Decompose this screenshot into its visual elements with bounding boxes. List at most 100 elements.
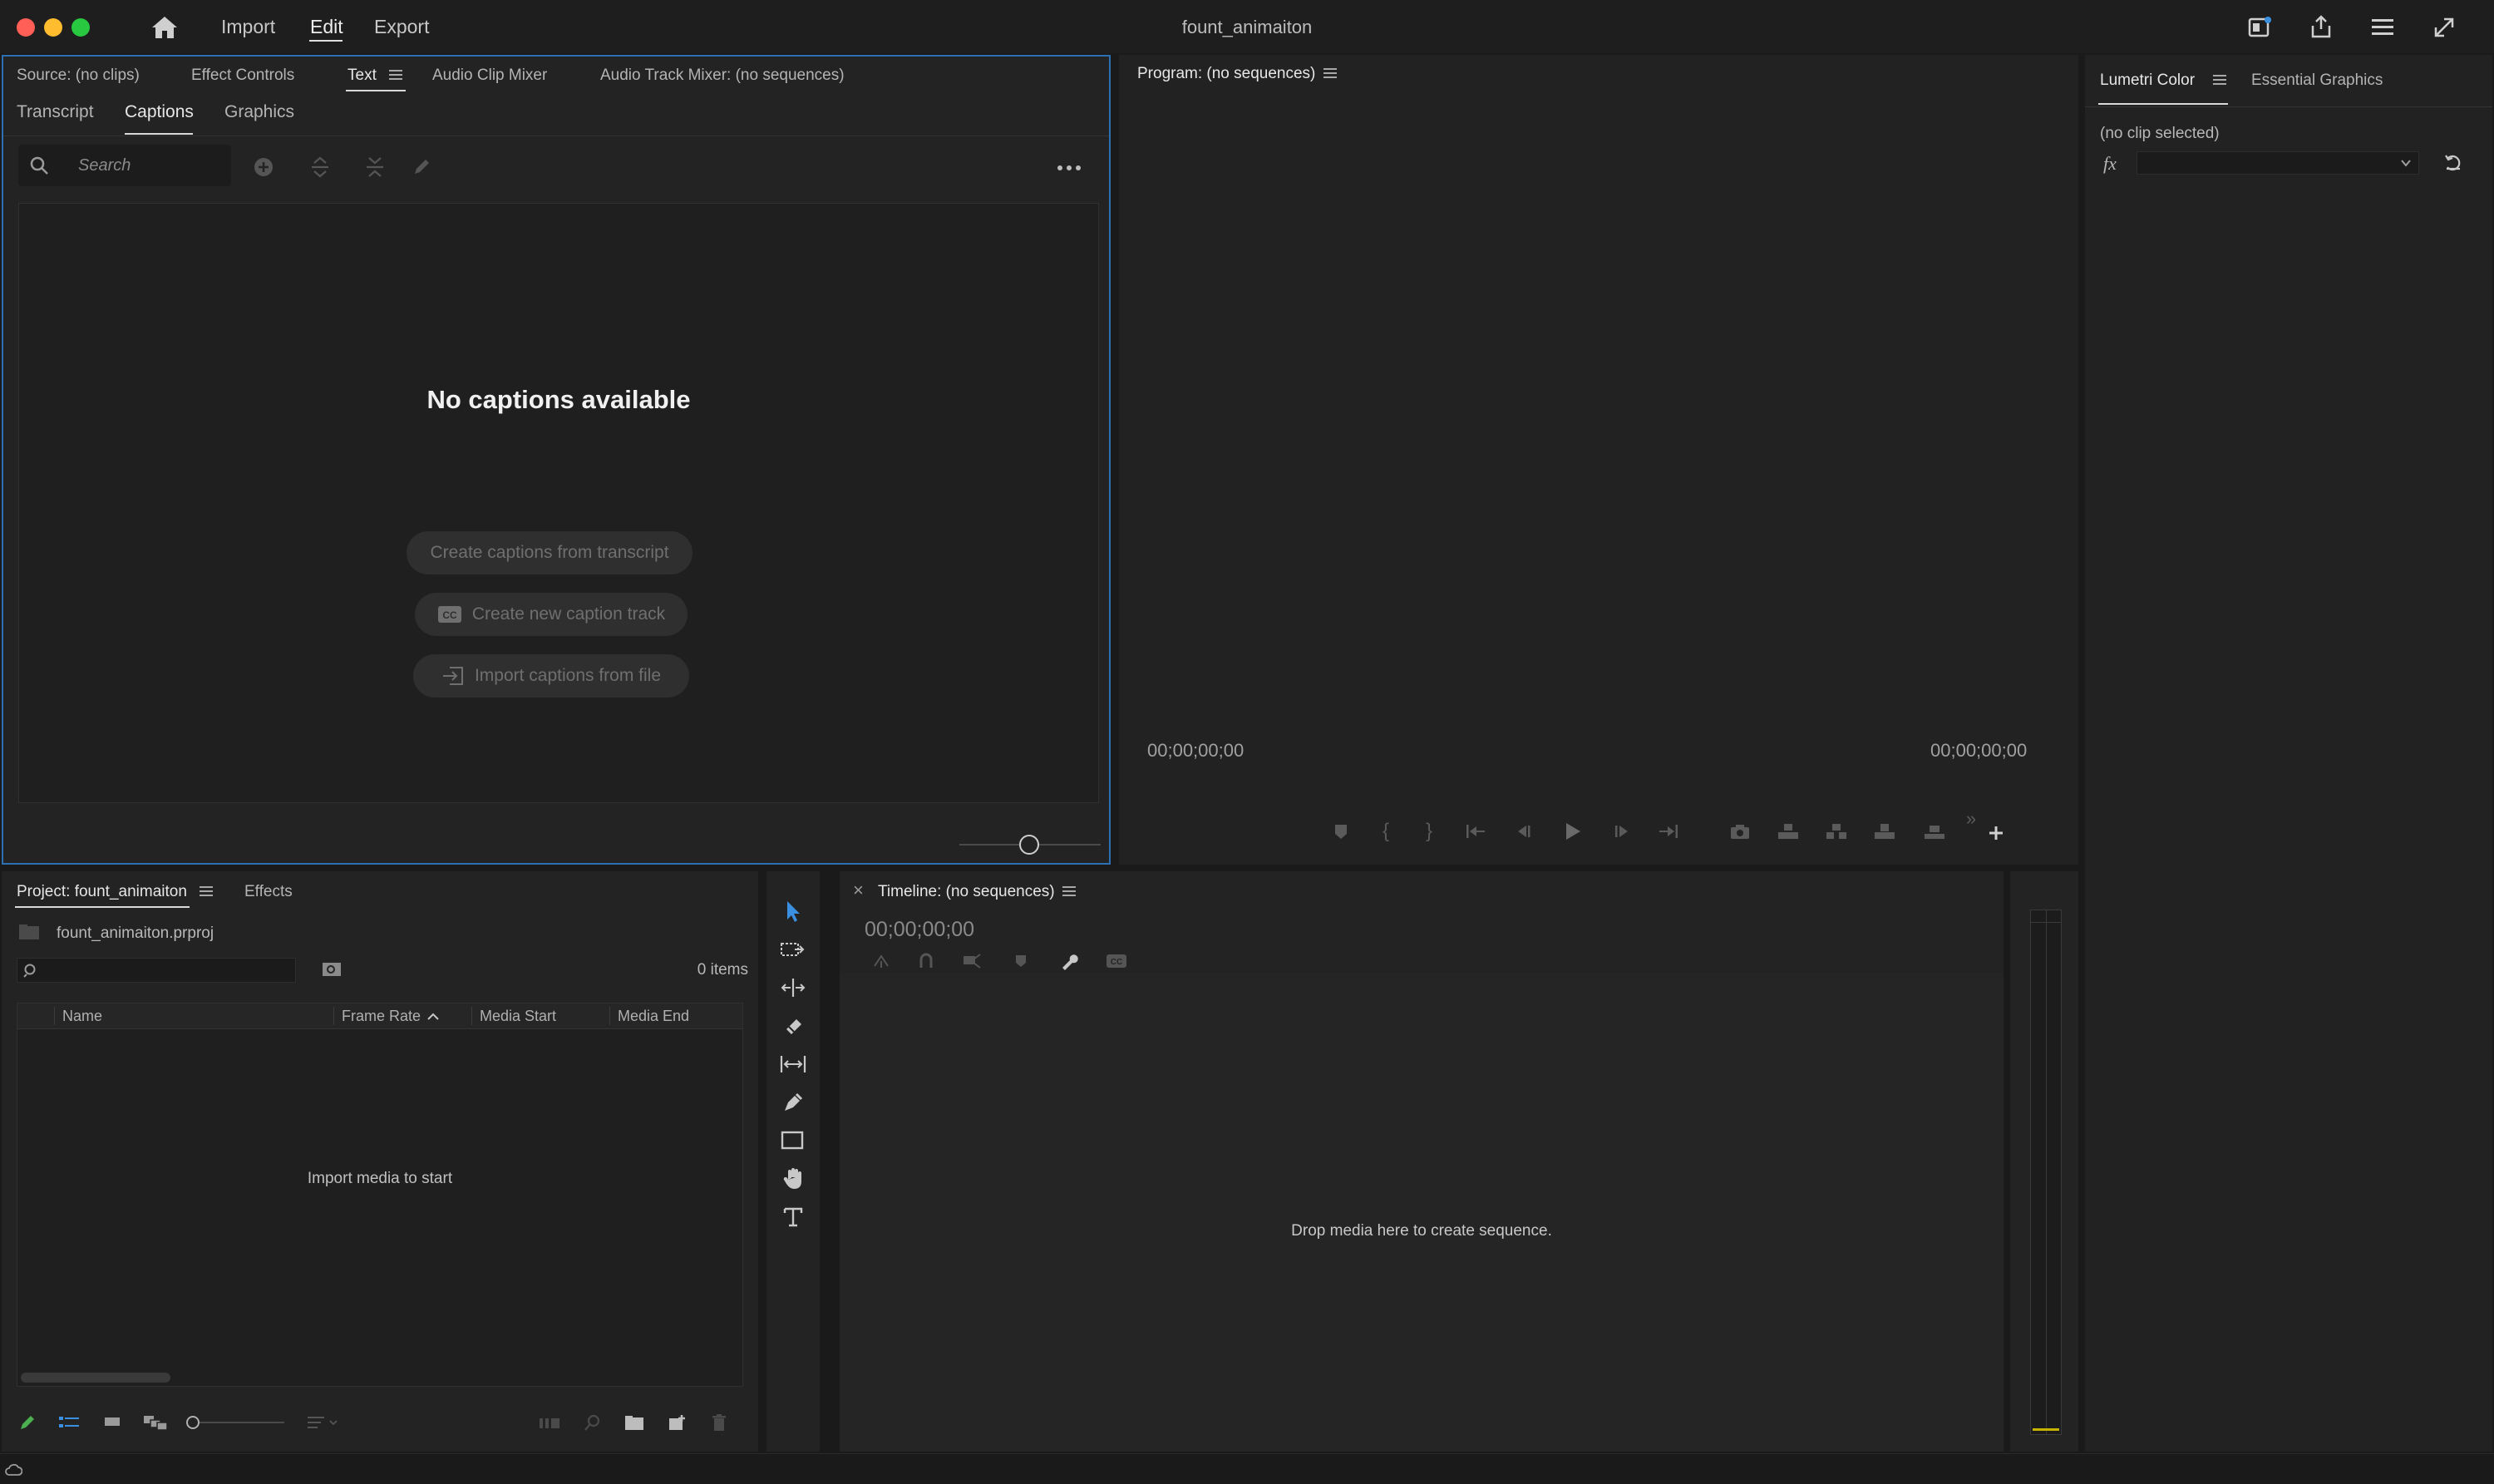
selection-tool-icon[interactable] [778,896,808,926]
add-marker-icon[interactable] [1327,816,1355,846]
timeline-menu-icon[interactable] [1062,886,1076,896]
more-options-icon[interactable] [1054,158,1084,178]
zoom-slider-handle[interactable] [186,1416,200,1429]
tab-effects[interactable]: Effects [244,883,293,901]
timeline-title[interactable]: Timeline: (no sequences) [878,883,1055,901]
column-name[interactable]: Name [62,1003,102,1028]
column-frame-rate[interactable]: Frame Rate [342,1003,421,1028]
timeline-track-area[interactable]: Drop media here to create sequence. [840,973,2004,1452]
find-icon[interactable] [319,958,344,981]
quick-export-icon[interactable] [2245,13,2275,42]
mark-in-icon[interactable]: { [1372,816,1400,846]
subtab-captions[interactable]: Captions [125,102,194,122]
slider-handle[interactable] [1019,835,1039,855]
tab-audio-clip-mixer[interactable]: Audio Clip Mixer [432,67,547,85]
new-item-icon[interactable] [665,1410,690,1435]
reset-icon[interactable] [2441,151,2466,175]
workspaces-icon[interactable] [2368,13,2398,42]
merge-captions-icon[interactable] [362,155,387,180]
create-new-caption-track-button[interactable]: CC Create new caption track [415,593,688,636]
captions-display-icon[interactable]: CC [1104,951,1129,971]
nav-edit[interactable]: Edit [310,16,343,38]
insert-icon[interactable] [1870,816,1899,846]
tab-lumetri-color[interactable]: Lumetri Color [2100,71,2195,90]
lumetri-clip-dropdown[interactable] [2137,151,2419,175]
sort-ascending-icon[interactable] [425,1008,441,1025]
home-icon[interactable] [148,13,181,42]
nav-export[interactable]: Export [374,16,429,38]
add-button-icon[interactable] [1982,818,2010,848]
slip-tool-icon[interactable] [778,1049,808,1079]
horizontal-scrollbar[interactable] [21,1373,170,1383]
overwrite-icon[interactable] [1920,816,1949,846]
minimize-window-button[interactable] [44,18,62,37]
tab-essential-graphics[interactable]: Essential Graphics [2251,71,2383,90]
project-search-field[interactable] [17,958,296,983]
lift-icon[interactable] [1774,816,1802,846]
list-view-icon[interactable] [57,1410,81,1435]
search-placeholder: Search [78,156,131,175]
tab-audio-track-mixer[interactable]: Audio Track Mixer: (no sequences) [600,67,845,85]
tab-text[interactable]: Text [347,67,377,85]
track-select-tool-icon[interactable] [778,934,808,964]
hand-tool-icon[interactable] [778,1164,808,1194]
more-icon[interactable]: » [1959,806,1984,831]
tab-source[interactable]: Source: (no clips) [17,67,140,85]
program-monitor-title[interactable]: Program: (no sequences) [1137,65,1315,83]
zoom-slider[interactable] [186,1413,284,1432]
step-forward-icon[interactable] [1608,816,1636,846]
mark-out-icon[interactable]: } [1415,816,1443,846]
fullscreen-icon[interactable] [2429,13,2459,42]
add-caption-icon[interactable] [251,155,276,180]
project-menu-icon[interactable] [200,886,213,896]
timeline-timecode[interactable]: 00;00;00;00 [865,918,974,942]
program-timecode-right[interactable]: 00;00;00;00 [1930,740,2027,762]
column-media-end[interactable]: Media End [618,1003,689,1028]
razor-tool-icon[interactable] [778,1011,808,1041]
pen-tool-icon[interactable] [778,1087,808,1117]
find-icon[interactable] [580,1410,605,1435]
rectangle-tool-icon[interactable] [778,1126,808,1156]
step-back-icon[interactable] [1510,816,1538,846]
new-bin-icon[interactable] [622,1410,647,1435]
creative-cloud-icon[interactable] [3,1461,23,1481]
expand-caption-icon[interactable] [308,155,333,180]
add-marker-icon[interactable] [1009,951,1033,971]
export-frame-icon[interactable] [1726,816,1754,846]
import-captions-from-file-button[interactable]: Import captions from file [413,654,689,698]
write-on-icon[interactable] [15,1410,40,1435]
create-captions-from-transcript-button[interactable]: Create captions from transcript [407,531,693,574]
column-media-start[interactable]: Media Start [480,1003,556,1028]
ripple-edit-tool-icon[interactable] [778,973,808,1003]
subtab-transcript[interactable]: Transcript [17,102,94,122]
insert-sequence-icon[interactable] [870,951,893,971]
caption-search-field[interactable]: Search [18,145,231,186]
type-tool-icon[interactable] [778,1202,808,1232]
edit-caption-icon[interactable] [409,155,434,180]
zoom-window-button[interactable] [71,18,90,37]
tab-project[interactable]: Project: fount_animaiton [17,883,187,901]
panel-menu-icon[interactable] [389,70,402,80]
wrench-icon[interactable] [1057,951,1081,971]
linked-selection-icon[interactable] [961,951,984,971]
caption-zoom-slider[interactable] [959,835,1101,855]
go-to-out-icon[interactable] [1654,816,1683,846]
nav-import[interactable]: Import [221,16,275,38]
program-menu-icon[interactable] [1323,68,1337,78]
program-timecode-left[interactable]: 00;00;00;00 [1147,740,1244,762]
close-window-button[interactable] [17,18,35,37]
sort-icon[interactable] [304,1410,343,1435]
icon-view-icon[interactable] [100,1410,125,1435]
tab-effect-controls[interactable]: Effect Controls [191,67,294,85]
lumetri-menu-icon[interactable] [2213,75,2226,85]
snap-icon[interactable] [914,951,938,971]
play-icon[interactable] [1558,816,1588,846]
share-icon[interactable] [2306,12,2336,42]
extract-icon[interactable] [1822,816,1851,846]
subtab-graphics[interactable]: Graphics [224,102,294,122]
automate-to-sequence-icon[interactable] [537,1410,562,1435]
trash-icon[interactable] [707,1410,732,1435]
close-timeline-icon[interactable]: × [853,880,864,901]
freeform-view-icon[interactable] [141,1410,170,1435]
go-to-in-icon[interactable] [1461,816,1490,846]
